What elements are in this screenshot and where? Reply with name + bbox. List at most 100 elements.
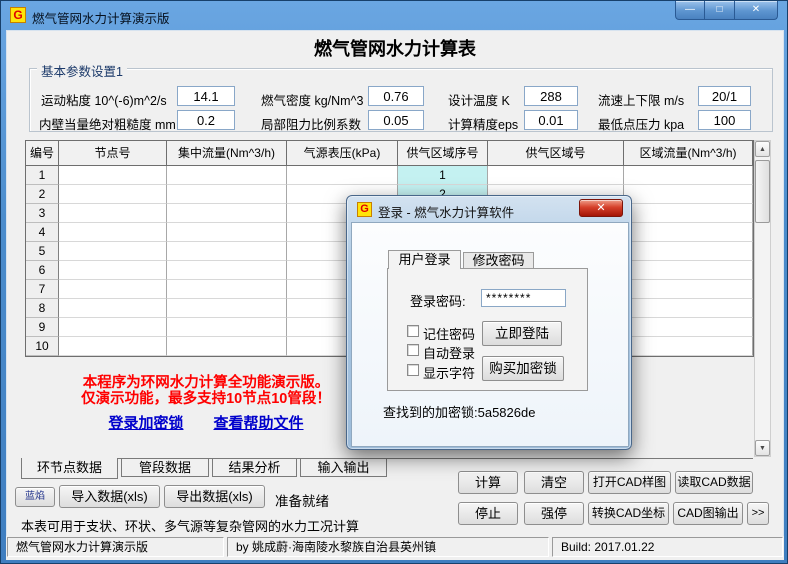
cell[interactable] [167, 166, 287, 185]
cell[interactable] [59, 166, 167, 185]
cell[interactable] [59, 318, 167, 337]
cell[interactable] [167, 242, 287, 261]
cell[interactable] [167, 185, 287, 204]
col-header-region-flow: 区域流量(Nm^3/h) [624, 141, 753, 166]
tab-result-analysis[interactable]: 结果分析 [212, 458, 297, 477]
tab-input-output[interactable]: 输入输出 [300, 458, 387, 477]
cell[interactable] [167, 280, 287, 299]
tab-change-password[interactable]: 修改密码 [463, 252, 534, 269]
cell[interactable] [59, 223, 167, 242]
clear-button[interactable]: 清空 [524, 471, 584, 494]
cell[interactable] [624, 261, 753, 280]
dialog-close-icon[interactable]: ✕ [579, 199, 623, 217]
tab-ring-node-data[interactable]: 环节点数据 [21, 458, 118, 479]
cell[interactable] [624, 299, 753, 318]
stop-button[interactable]: 停止 [458, 502, 518, 525]
cell[interactable] [488, 166, 624, 185]
cell[interactable] [59, 337, 167, 356]
region-seq-cell[interactable]: 1 [398, 166, 488, 185]
cell[interactable] [59, 280, 167, 299]
row-num-cell: 8 [26, 299, 59, 318]
param-input-min-pressure[interactable] [698, 110, 751, 130]
password-label: 登录密码: [410, 291, 466, 310]
row-num-cell: 4 [26, 223, 59, 242]
read-cad-data-button[interactable]: 读取CAD数据 [675, 471, 753, 494]
scroll-down-icon[interactable]: ▼ [755, 440, 770, 456]
cad-output-button[interactable]: CAD图输出 [673, 502, 743, 525]
export-xls-button[interactable]: 导出数据(xls) [164, 485, 265, 508]
param-input-design-temp[interactable] [524, 86, 578, 106]
cell[interactable] [167, 299, 287, 318]
calculate-button[interactable]: 计算 [458, 471, 518, 494]
cell[interactable] [624, 280, 753, 299]
param-label-local-resistance: 局部阻力比例系数 [261, 114, 361, 133]
grid-vertical-scrollbar[interactable]: ▲ ▼ [754, 140, 771, 457]
dialog-app-icon: G [357, 202, 372, 217]
param-input-gas-density[interactable] [368, 86, 424, 106]
page-title: 燃气管网水力计算表 [1, 35, 788, 61]
brand-button[interactable]: 蓝焰 [15, 487, 55, 507]
cell[interactable] [624, 337, 753, 356]
open-cad-sample-button[interactable]: 打开CAD样图 [588, 471, 671, 494]
tab-pipe-data[interactable]: 管段数据 [121, 458, 209, 477]
ready-status-text: 准备就绪 [275, 490, 329, 510]
status-build: Build: 2017.01.22 [552, 537, 783, 557]
cell[interactable] [59, 261, 167, 280]
remember-password-checkbox[interactable] [407, 325, 419, 337]
minimize-button[interactable]: — [675, 1, 705, 20]
param-input-local-resistance[interactable] [368, 110, 424, 130]
param-label-roughness: 内壁当量绝对粗糙度 mm [39, 114, 176, 133]
cell[interactable] [624, 166, 753, 185]
cell[interactable] [59, 204, 167, 223]
auto-login-checkbox[interactable] [407, 344, 419, 356]
help-file-link[interactable]: 查看帮助文件 [214, 412, 304, 433]
import-xls-button[interactable]: 导入数据(xls) [59, 485, 160, 508]
param-input-precision[interactable] [524, 110, 578, 130]
force-stop-button[interactable]: 强停 [524, 502, 584, 525]
cell[interactable] [167, 337, 287, 356]
login-now-button[interactable]: 立即登陆 [482, 321, 562, 346]
param-input-velocity-limit[interactable] [698, 86, 751, 106]
close-button[interactable]: ✕ [735, 1, 778, 20]
param-label-gas-density: 燃气密度 kg/Nm^3 [261, 90, 363, 109]
cell[interactable] [287, 166, 398, 185]
maximize-button[interactable]: □ [705, 1, 735, 20]
col-header-region-seq: 供气区域序号 [398, 141, 488, 166]
row-num-cell: 2 [26, 185, 59, 204]
cell[interactable] [59, 242, 167, 261]
title-bar: G 燃气管网水力计算演示版 — □ ✕ [1, 1, 788, 30]
row-num-cell: 3 [26, 204, 59, 223]
password-input[interactable] [481, 289, 566, 307]
status-author: by 姚成蔚·海南陵水黎族自治县英州镇 [227, 537, 549, 557]
cell[interactable] [59, 299, 167, 318]
cell[interactable] [624, 242, 753, 261]
cell[interactable] [624, 318, 753, 337]
cell[interactable] [624, 204, 753, 223]
show-chars-checkbox[interactable] [407, 364, 419, 376]
scroll-thumb[interactable] [755, 160, 770, 223]
col-header-node: 节点号 [59, 141, 167, 166]
cell[interactable] [167, 223, 287, 242]
cell[interactable] [59, 185, 167, 204]
demo-notice-line2: 仅演示功能，最多支持10节点10管段！ [36, 391, 376, 407]
buy-dongle-button[interactable]: 购买加密锁 [482, 356, 564, 381]
cell[interactable] [624, 185, 753, 204]
tab-user-login[interactable]: 用户登录 [388, 250, 461, 269]
groupbox-label: 基本参数设置1 [37, 61, 127, 80]
param-input-viscosity[interactable] [177, 86, 235, 106]
show-chars-label: 显示字符 [423, 363, 475, 382]
more-button[interactable]: >> [747, 502, 769, 525]
cell[interactable] [624, 223, 753, 242]
status-app-name: 燃气管网水力计算演示版 [7, 537, 224, 557]
demo-notice: 本程序为环网水力计算全功能演示版。 仅演示功能，最多支持10节点10管段！ [36, 375, 376, 407]
param-input-roughness[interactable] [177, 110, 235, 130]
dialog-client-area: 用户登录 修改密码 登录密码: 记住密码 自动登录 显示字符 立即登陆 购买加密… [351, 222, 629, 447]
convert-cad-coords-button[interactable]: 转换CAD坐标 [588, 502, 669, 525]
auto-login-label: 自动登录 [423, 343, 475, 362]
cell[interactable] [167, 261, 287, 280]
cell[interactable] [167, 318, 287, 337]
login-dongle-link[interactable]: 登录加密锁 [108, 412, 183, 433]
col-header-num: 编号 [26, 141, 59, 166]
scroll-up-icon[interactable]: ▲ [755, 141, 770, 157]
cell[interactable] [167, 204, 287, 223]
